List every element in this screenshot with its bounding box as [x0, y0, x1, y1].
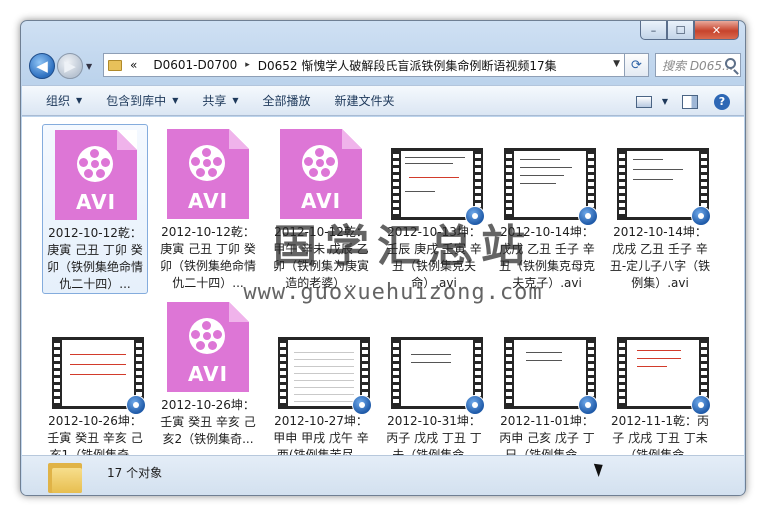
avi-file-icon: AVI [55, 130, 137, 220]
file-item[interactable]: 2012-11-1乾：丙子 戊戌 丁丑 丁未（铁例集命... [607, 313, 713, 455]
share-menu[interactable]: 共享 ▼ [202, 92, 238, 109]
media-player-badge-icon [691, 395, 711, 415]
file-item[interactable]: 2012-10-27坤：甲申 甲戌 戊午 辛酉(铁例集苦尽... [268, 313, 374, 455]
file-name: 2012-10-14坤：戊戌 乙丑 壬子 辛丑-定儿子八字（铁例集）.avi [609, 225, 711, 290]
recent-pages-dropdown[interactable]: ▼ [86, 62, 92, 71]
chevron-down-icon: ▼ [76, 96, 83, 105]
status-bar: 17 个对象 [22, 455, 744, 495]
address-dropdown-icon[interactable]: ▼ [613, 59, 620, 69]
media-player-badge-icon [578, 206, 598, 226]
view-options-dropdown[interactable]: ▼ [662, 97, 668, 106]
play-all-button[interactable]: 全部播放 [263, 92, 311, 109]
breadcrumb-parent[interactable]: D0601-D0700 [153, 58, 237, 72]
file-item[interactable]: 2012-10-13坤：壬辰 庚戌 壬寅 辛丑（铁例集克夫命）.avi [381, 124, 487, 294]
refresh-icon: ⟳ [631, 57, 642, 73]
file-name: 2012-10-12乾：庚寅 己丑 丁卯 癸卯（铁例集绝命情仇二十四）... [46, 226, 143, 291]
address-overflow[interactable]: « [130, 58, 137, 72]
back-arrow-icon: ◀ [36, 57, 48, 75]
window-controls: – ☐ ✕ [640, 21, 739, 40]
file-name: 2012-11-01坤：丙申 己亥 戊子 丁巳（铁例集命... [499, 414, 595, 455]
file-list: AVI 2012-10-12乾：庚寅 己丑 丁卯 癸卯（铁例集绝命情仇二十四）.… [22, 117, 744, 455]
change-view-icon[interactable] [635, 95, 652, 108]
refresh-button[interactable]: ⟳ [625, 53, 649, 77]
forward-button[interactable]: ▶ [57, 53, 83, 79]
media-player-badge-icon [691, 206, 711, 226]
forward-arrow-icon: ▶ [64, 57, 76, 75]
media-player-badge-icon [578, 395, 598, 415]
file-name: 2012-10-12乾：庚寅 己丑 丁卯 癸卯（铁例集绝命情仇二十四）... [159, 225, 256, 290]
file-name: 2012-10-14坤：戊戌 乙丑 壬子 辛丑（铁例集克母克夫克子）.avi [498, 225, 595, 290]
media-player-badge-icon [465, 395, 485, 415]
file-name: 2012-10-31坤：丙子 戊戌 丁丑 丁未（铁例集命... [386, 414, 482, 455]
help-icon[interactable]: ? [714, 93, 730, 110]
video-thumbnail [391, 337, 485, 415]
file-name: 2012-10-27坤：甲申 甲戌 戊午 辛酉(铁例集苦尽... [273, 414, 369, 455]
search-placeholder: 搜索 D065... [662, 58, 734, 73]
search-input[interactable]: 搜索 D065... [655, 53, 741, 77]
avi-file-icon: AVI [167, 302, 249, 392]
folder-icon [108, 59, 122, 71]
close-button[interactable]: ✕ [694, 21, 739, 40]
video-thumbnail [617, 148, 711, 226]
minimize-button[interactable]: – [640, 21, 667, 40]
preview-pane-icon[interactable] [682, 94, 698, 109]
command-toolbar: 组织 ▼ 包含到库中 ▼ 共享 ▼ 全部播放 新建文件夹 ▼ ? [22, 85, 744, 116]
file-item[interactable]: AVI 2012-10-26坤：壬寅 癸丑 辛亥 己亥2（铁例集奇... [155, 297, 261, 455]
video-thumbnail [504, 337, 598, 415]
video-thumbnail [52, 337, 146, 415]
chevron-down-icon: ▼ [172, 96, 179, 105]
video-thumbnail [504, 148, 598, 226]
file-item[interactable]: 2012-10-14坤：戊戌 乙丑 壬子 辛丑（铁例集克母克夫克子）.avi [494, 124, 600, 294]
media-player-badge-icon [465, 206, 485, 226]
navigation-bar: ◀ ▶ ▼ « D0601-D0700 ▸ D0652 惭愧学人破解段氏盲派铁例… [27, 51, 741, 83]
video-thumbnail [617, 337, 711, 415]
media-player-badge-icon [352, 395, 372, 415]
folder-icon [48, 463, 82, 493]
include-in-library-menu[interactable]: 包含到库中 ▼ [106, 92, 178, 109]
file-name: 2012-10-26坤：壬寅 癸丑 辛亥 己亥1（铁例集奇... [47, 414, 143, 455]
search-icon [725, 58, 736, 69]
file-name: 2012-10-12乾：甲午 辛未 戊辰 乙卯（铁例集为庚寅造的老婆）... [272, 225, 369, 290]
file-item[interactable]: AVI 2012-10-12乾：甲午 辛未 戊辰 乙卯（铁例集为庚寅造的老婆）.… [268, 124, 374, 294]
chevron-down-icon: ▼ [232, 96, 239, 105]
new-folder-button[interactable]: 新建文件夹 [335, 92, 395, 109]
maximize-button[interactable]: ☐ [667, 21, 694, 40]
file-name: 2012-10-26坤：壬寅 癸丑 辛亥 己亥2（铁例集奇... [160, 398, 256, 446]
avi-file-icon: AVI [280, 129, 362, 219]
file-item[interactable]: 2012-10-26坤：壬寅 癸丑 辛亥 己亥1（铁例集奇... [42, 313, 148, 455]
breadcrumb-current[interactable]: D0652 惭愧学人破解段氏盲派铁例集命例断语视频17集 [258, 57, 557, 74]
file-item[interactable]: AVI 2012-10-12乾：庚寅 己丑 丁卯 癸卯（铁例集绝命情仇二十四）.… [42, 124, 148, 294]
file-name: 2012-11-1乾：丙子 戊戌 丁丑 丁未（铁例集命... [610, 414, 710, 455]
breadcrumb-separator[interactable]: ▸ [245, 60, 250, 70]
item-count: 17 个对象 [107, 466, 163, 480]
file-item[interactable]: 2012-10-14坤：戊戌 乙丑 壬子 辛丑-定儿子八字（铁例集）.avi [607, 124, 713, 294]
address-bar[interactable]: « D0601-D0700 ▸ D0652 惭愧学人破解段氏盲派铁例集命例断语视… [103, 53, 625, 77]
video-thumbnail [391, 148, 485, 226]
file-item[interactable]: AVI 2012-10-12乾：庚寅 己丑 丁卯 癸卯（铁例集绝命情仇二十四）.… [155, 124, 261, 294]
organize-menu[interactable]: 组织 ▼ [46, 92, 82, 109]
media-player-badge-icon [126, 395, 146, 415]
avi-file-icon: AVI [167, 129, 249, 219]
file-name: 2012-10-13坤：壬辰 庚戌 壬寅 辛丑（铁例集克夫命）.avi [386, 225, 482, 290]
explorer-window: – ☐ ✕ ◀ ▶ ▼ « D0601-D0700 ▸ D0652 惭愧学人破解… [20, 20, 746, 496]
file-item[interactable]: 2012-10-31坤：丙子 戊戌 丁丑 丁未（铁例集命... [381, 313, 487, 455]
back-button[interactable]: ◀ [29, 53, 55, 79]
file-item[interactable]: 2012-11-01坤：丙申 己亥 戊子 丁巳（铁例集命... [494, 313, 600, 455]
video-thumbnail [278, 337, 372, 415]
